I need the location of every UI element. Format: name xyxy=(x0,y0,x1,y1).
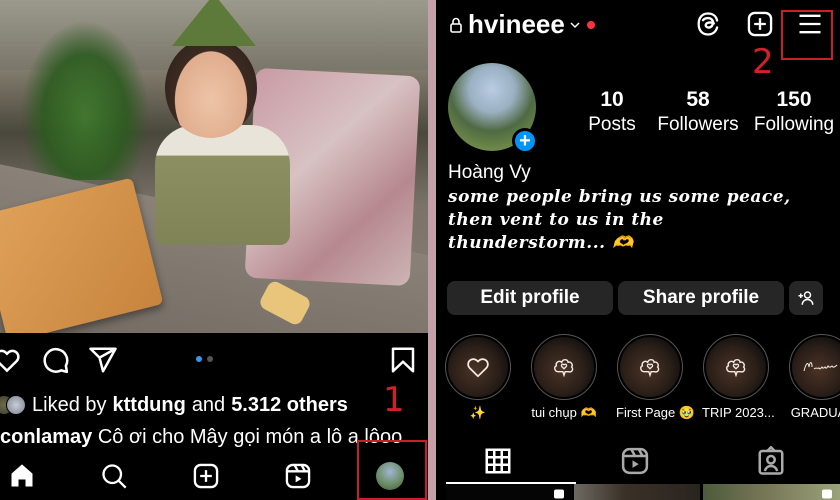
nav-create[interactable] xyxy=(190,460,222,492)
grid-post[interactable] xyxy=(574,484,700,500)
highlight-item[interactable]: tui chụp 🫶 xyxy=(530,334,598,421)
reels-icon xyxy=(285,463,311,489)
annotation-box-2 xyxy=(781,10,833,60)
highlight-item[interactable]: First Page 🥹 xyxy=(616,334,696,421)
discover-people-button[interactable] xyxy=(789,281,823,315)
annotation-box-1 xyxy=(357,440,427,500)
likes-prefix: Liked by xyxy=(32,393,107,416)
followers-label: Followers xyxy=(657,114,739,135)
highlight-item[interactable]: GRADUAT xyxy=(788,334,840,420)
plus-icon: + xyxy=(519,130,531,152)
liker-avatars xyxy=(0,395,26,415)
create-icon[interactable] xyxy=(746,10,774,38)
reel-badge-icon xyxy=(554,489,564,499)
following-count: 150 xyxy=(776,88,812,111)
likes-summary[interactable]: Liked by kttdung and 5.312 others xyxy=(0,391,348,419)
stat-followers[interactable]: 58 Followers xyxy=(654,88,742,136)
likes-conjunction: and xyxy=(191,393,226,416)
stat-following[interactable]: 150 Following xyxy=(748,88,840,136)
search-icon xyxy=(102,464,127,489)
paper-plane-icon[interactable] xyxy=(88,345,118,375)
post-actions xyxy=(0,345,428,381)
posts-count: 10 xyxy=(600,88,624,111)
profile-username: hvineee xyxy=(468,9,565,39)
plus-square-icon xyxy=(193,463,219,489)
reels-tab-icon[interactable] xyxy=(620,446,650,476)
likes-count[interactable]: 5.312 others xyxy=(231,394,348,417)
highlight-item[interactable]: ✨ xyxy=(444,334,512,421)
photo-child-body xyxy=(155,125,290,245)
posts-label: Posts xyxy=(588,114,636,135)
heart-icon[interactable] xyxy=(0,345,22,375)
post-photo[interactable] xyxy=(0,0,428,333)
cloud-heart-icon xyxy=(640,359,660,378)
nav-reels[interactable] xyxy=(282,460,314,492)
nav-home[interactable] xyxy=(6,460,38,492)
annotation-number-2: 2 xyxy=(752,42,774,82)
feed-panel: Liked by kttdung and 5.312 others conlam… xyxy=(0,0,428,500)
memories-script-icon xyxy=(803,362,838,372)
chevron-down-icon xyxy=(570,21,580,28)
panel-divider xyxy=(428,0,436,500)
highlight-label: TRIP 2023... xyxy=(702,405,775,420)
account-switcher[interactable]: hvineee xyxy=(450,9,595,40)
post-grid xyxy=(436,484,840,500)
following-label: Following xyxy=(753,114,835,135)
bio-line: some people bring us some peace, xyxy=(448,187,791,207)
grid-icon[interactable] xyxy=(483,446,513,476)
stat-posts[interactable]: 10 Posts xyxy=(584,88,640,136)
add-story-button[interactable]: + xyxy=(512,128,538,154)
bookmark-icon[interactable] xyxy=(388,345,418,375)
bio-line: thunderstorm... 🫶 xyxy=(448,233,634,253)
nav-search[interactable] xyxy=(98,460,130,492)
photo-plant xyxy=(20,20,150,180)
annotation-number-1: 1 xyxy=(383,380,405,420)
tagged-icon[interactable] xyxy=(756,446,786,476)
liker-username[interactable]: kttdung xyxy=(113,394,186,417)
highlight-label: ✨ xyxy=(469,405,487,420)
photo-child-head xyxy=(165,38,257,138)
heart-outline-icon xyxy=(467,358,489,378)
profile-tabs xyxy=(436,440,840,484)
home-icon xyxy=(11,464,33,487)
profile-fullname: Hoàng Vy xyxy=(448,162,531,183)
highlight-label: First Page 🥹 xyxy=(616,405,696,420)
add-person-icon xyxy=(798,291,814,305)
threads-icon[interactable] xyxy=(694,10,722,38)
comment-icon[interactable] xyxy=(40,345,70,375)
profile-bio: some people bring us some peace, then ve… xyxy=(448,186,828,255)
carousel-indicator xyxy=(196,356,213,362)
photo-leaf-hat xyxy=(172,0,256,46)
bio-line: then vent to us in the xyxy=(448,210,664,230)
highlight-label: tui chụp 🫶 xyxy=(531,405,597,420)
grid-post[interactable] xyxy=(446,484,572,500)
highlight-label: GRADUAT xyxy=(790,405,840,420)
cloud-heart-icon xyxy=(726,359,746,378)
edit-profile-button[interactable]: Edit profile xyxy=(447,281,613,315)
reel-badge-icon xyxy=(822,489,832,499)
cloud-heart-icon xyxy=(554,359,574,378)
notification-dot xyxy=(586,20,595,29)
share-profile-button[interactable]: Share profile xyxy=(618,281,784,315)
carousel-dot xyxy=(207,356,213,362)
profile-topbar: hvineee xyxy=(436,0,840,50)
followers-count: 58 xyxy=(686,88,710,111)
profile-panel: hvineee 2 + 10 Posts 58 Followers 150 Fo… xyxy=(436,0,840,500)
caption-username[interactable]: conlamay xyxy=(0,426,92,448)
carousel-dot-active xyxy=(196,356,202,362)
lock-icon xyxy=(450,17,462,33)
highlight-item[interactable]: TRIP 2023... xyxy=(702,334,775,420)
grid-post[interactable] xyxy=(703,484,840,500)
